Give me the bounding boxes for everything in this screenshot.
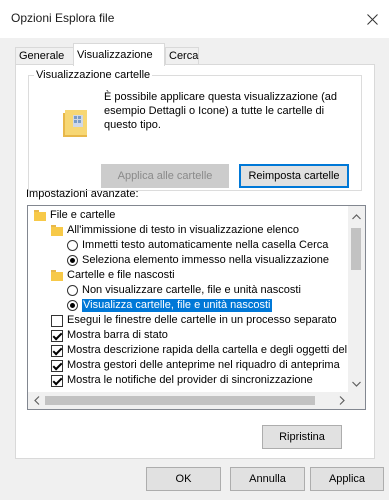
radio-button[interactable] [67, 240, 78, 251]
scroll-up-button[interactable] [348, 208, 365, 225]
chevron-up-icon [352, 213, 361, 219]
chevron-right-icon [339, 396, 345, 405]
tree-item-label: All'immissione di testo in visualizzazio… [67, 224, 299, 236]
cancel-button[interactable]: Annulla [230, 467, 305, 491]
option-separate-process[interactable]: Esegui le finestre delle cartelle in un … [51, 314, 337, 327]
horizontal-scrollbar[interactable] [28, 392, 350, 409]
title-bar: Opzioni Esplora file [0, 0, 389, 38]
option-select-typed-item[interactable]: Seleziona elemento immesso nella visuali… [67, 254, 329, 267]
tree-item-text-input: All'immissione di testo in visualizzazio… [51, 224, 299, 237]
scrollbar-corner [348, 392, 365, 409]
checkbox[interactable] [51, 359, 63, 372]
checkbox[interactable] [51, 329, 63, 342]
chevron-down-icon [352, 381, 361, 387]
option-label: Immetti testo automaticamente nella case… [82, 239, 329, 251]
chevron-left-icon [33, 396, 39, 405]
scroll-left-button[interactable] [28, 392, 45, 409]
option-show-hidden-files[interactable]: Visualizza cartelle, file e unità nascos… [67, 299, 272, 312]
option-label: Mostra descrizione rapida della cartella… [67, 344, 357, 356]
folder-icon [34, 210, 46, 221]
option-label: Mostra barra di stato [67, 329, 168, 341]
tab-panel: Visualizzazione cartelle È possibile app… [15, 64, 375, 459]
horizontal-scroll-thumb[interactable] [45, 396, 315, 405]
apply-to-folders-button[interactable]: Applica alle cartelle [101, 164, 229, 188]
vertical-scroll-thumb[interactable] [351, 228, 361, 270]
option-auto-type-search[interactable]: Immetti testo automaticamente nella case… [67, 239, 328, 252]
tree-item-label: Cartelle e file nascosti [67, 269, 175, 281]
tree-item-files-folders: File e cartelle [34, 209, 115, 222]
option-hide-hidden-files[interactable]: Non visualizzare cartelle, file e unità … [67, 284, 301, 297]
close-icon [366, 13, 378, 25]
tree-item-label: File e cartelle [50, 209, 116, 221]
folder-icon [51, 225, 63, 236]
option-label: Esegui le finestre delle cartelle in un … [67, 314, 337, 326]
tree-item-hidden-files: Cartelle e file nascosti [51, 269, 175, 282]
option-label: Mostra gestori delle anteprime nel riqua… [67, 359, 340, 371]
option-label: Non visualizzare cartelle, file e unità … [82, 284, 301, 296]
folder-view-icon [63, 110, 87, 137]
restore-defaults-button[interactable]: Ripristina [262, 425, 342, 449]
tab-cerca[interactable]: Cerca [165, 47, 199, 65]
option-tooltip[interactable]: Mostra descrizione rapida della cartella… [51, 344, 356, 357]
window-title: Opzioni Esplora file [11, 11, 115, 25]
reset-folders-button[interactable]: Reimposta cartelle [239, 164, 349, 188]
option-label: Visualizza cartelle, file e unità nascos… [82, 299, 272, 312]
checkbox[interactable] [51, 374, 63, 387]
radio-button[interactable] [67, 255, 78, 266]
radio-button[interactable] [67, 300, 78, 311]
option-label: Seleziona elemento immesso nella visuali… [82, 254, 330, 266]
option-status-bar[interactable]: Mostra barra di stato [51, 329, 168, 342]
scroll-down-button[interactable] [348, 375, 365, 392]
tab-visualizzazione[interactable]: Visualizzazione [73, 43, 165, 66]
advanced-settings-label: Impostazioni avanzate: [26, 188, 139, 200]
checkbox[interactable] [51, 314, 63, 327]
folder-view-description: È possibile applicare questa visualizzaz… [104, 91, 337, 131]
folder-icon [51, 270, 63, 281]
tab-generale[interactable]: Generale [15, 47, 74, 65]
apply-button[interactable]: Applica [310, 467, 384, 491]
vertical-scrollbar[interactable] [348, 206, 365, 392]
checkbox[interactable] [51, 344, 63, 357]
folder-view-legend: Visualizzazione cartelle [34, 69, 153, 81]
close-button[interactable] [355, 0, 389, 38]
option-preview-handlers[interactable]: Mostra gestori delle anteprime nel riqua… [51, 359, 340, 372]
option-label: Mostra le notifiche del provider di sinc… [67, 374, 313, 386]
ok-button[interactable]: OK [146, 467, 221, 491]
option-sync-notifications[interactable]: Mostra le notifiche del provider di sinc… [51, 374, 313, 387]
advanced-settings-list[interactable]: File e cartelle All'immissione di testo … [27, 205, 366, 410]
radio-button[interactable] [67, 285, 78, 296]
folder-view-group: Visualizzazione cartelle È possibile app… [28, 69, 362, 191]
